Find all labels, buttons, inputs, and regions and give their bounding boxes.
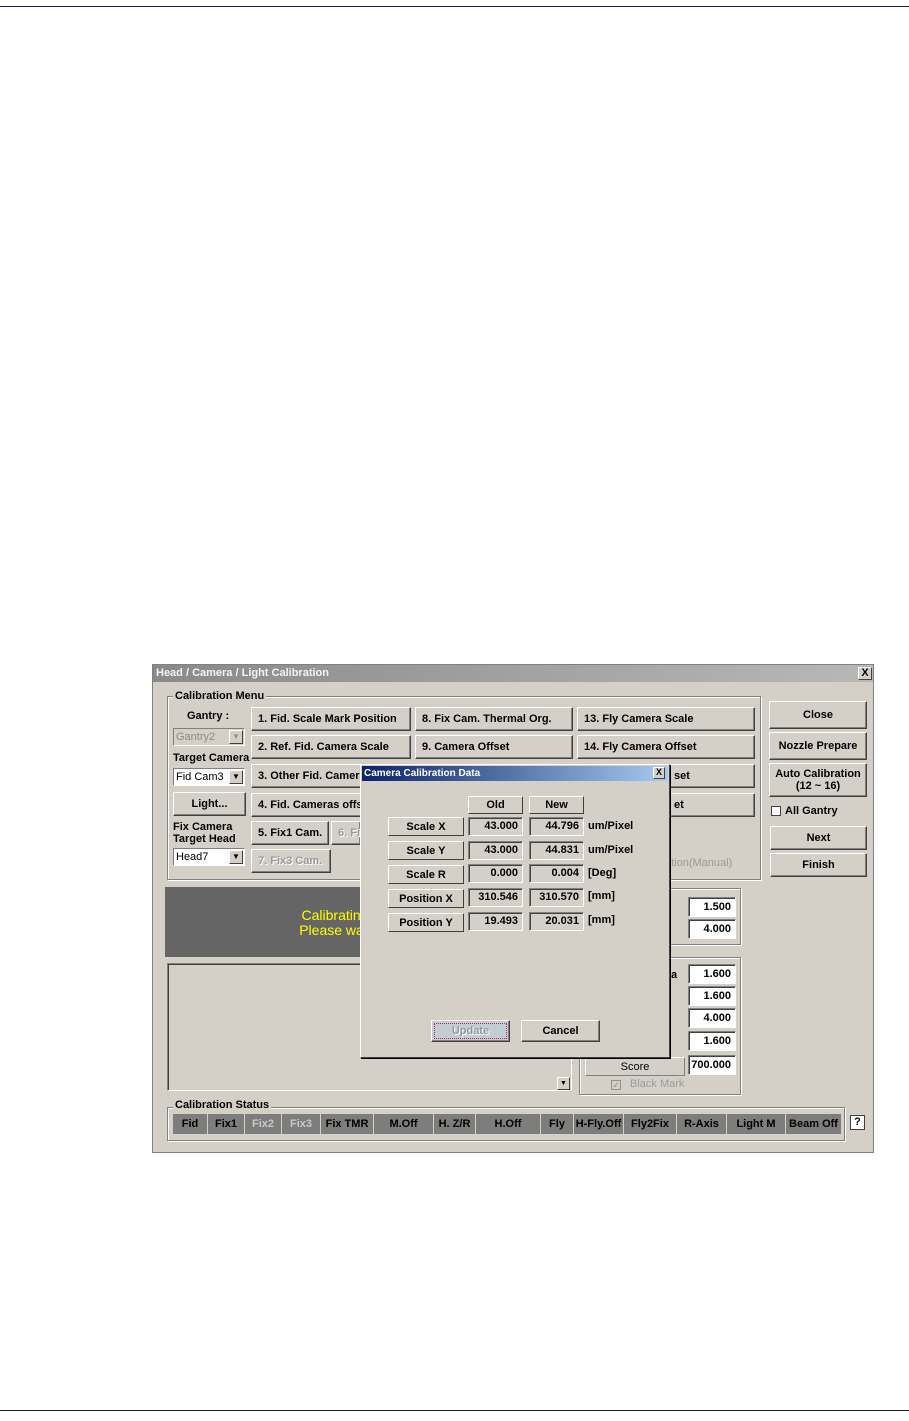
target-head-label: Target Head bbox=[173, 833, 236, 845]
scale-y-old: 43.000 bbox=[468, 841, 523, 860]
scale-r-unit: [Deg] bbox=[588, 867, 617, 879]
fix-camera-label: Fix Camera bbox=[173, 821, 233, 833]
position-x-label: Position X bbox=[388, 889, 464, 908]
nozzle-prepare-button[interactable]: Nozzle Prepare bbox=[769, 732, 867, 760]
fid-scale-mark-position-button[interactable]: 1. Fid. Scale Mark Position bbox=[251, 707, 411, 731]
param-field-2[interactable]: 4.000 bbox=[688, 919, 736, 939]
score-field[interactable]: 700.000 bbox=[688, 1055, 736, 1075]
target-head-select[interactable]: Head7 ▼ bbox=[173, 848, 245, 866]
menu-button-16-label: et bbox=[674, 799, 684, 811]
position-y-label: Position Y bbox=[388, 913, 464, 932]
help-icon[interactable]: ? bbox=[850, 1115, 865, 1130]
status-fix3: Fix3 bbox=[282, 1114, 321, 1134]
fix3-cam-button[interactable]: 7. Fix3 Cam. bbox=[251, 849, 331, 873]
auto-calibration-button[interactable]: Auto Calibration (12 ~ 16) bbox=[769, 763, 867, 797]
status-h-fly-off: H-Fly.Off bbox=[574, 1114, 624, 1134]
param-field-3[interactable]: 1.600 bbox=[688, 964, 736, 984]
dialog-title: Camera Calibration Data bbox=[362, 766, 668, 781]
new-column-header: New bbox=[529, 796, 584, 814]
target-camera-value: Fid Cam3 bbox=[176, 771, 224, 783]
position-y-old: 19.493 bbox=[468, 912, 523, 931]
scale-x-new: 44.796 bbox=[529, 817, 584, 836]
gantry-select-value: Gantry2 bbox=[176, 731, 216, 743]
fix-cam-thermal-org-button[interactable]: 8. Fix Cam. Thermal Org. bbox=[415, 707, 573, 731]
camera-calibration-dialog: Camera Calibration Data X Old New Scale … bbox=[360, 764, 670, 1058]
ref-fid-camera-scale-button[interactable]: 2. Ref. Fid. Camera Scale bbox=[251, 735, 411, 759]
page-bottom-rule bbox=[0, 1410, 909, 1411]
chevron-down-icon: ▼ bbox=[229, 730, 243, 744]
calibration-status-legend: Calibration Status bbox=[173, 1099, 272, 1111]
position-x-unit: [mm] bbox=[588, 890, 615, 902]
fix1-cam-button[interactable]: 5. Fix1 Cam. bbox=[251, 821, 329, 845]
update-focus-ring bbox=[434, 1023, 507, 1039]
status-beam-off: Beam Off bbox=[786, 1114, 842, 1134]
dialog-close-icon[interactable]: X bbox=[653, 767, 665, 779]
window-close-icon[interactable]: X bbox=[858, 667, 872, 680]
auto-calibration-range: (12 ~ 16) bbox=[795, 780, 841, 792]
all-gantry-label: All Gantry bbox=[785, 805, 838, 817]
scale-x-old: 43.000 bbox=[468, 817, 523, 836]
finish-button[interactable]: Finish bbox=[770, 853, 867, 877]
calibration-menu-legend: Calibration Menu bbox=[173, 690, 267, 702]
status-h-off: H.Off bbox=[476, 1114, 541, 1134]
fly-camera-offset-button[interactable]: 14. Fly Camera Offset bbox=[577, 735, 755, 759]
scroll-down-icon[interactable]: ▼ bbox=[557, 1077, 570, 1090]
gantry-label: Gantry : bbox=[187, 710, 230, 722]
scale-y-label: Scale Y bbox=[388, 841, 464, 860]
target-camera-select[interactable]: Fid Cam3 ▼ bbox=[173, 768, 245, 786]
status-fix-tmr: Fix TMR bbox=[321, 1114, 374, 1134]
black-mark-checkbox[interactable]: ✓ bbox=[611, 1080, 621, 1090]
window-title: Head / Camera / Light Calibration bbox=[153, 665, 873, 682]
chevron-down-icon: ▼ bbox=[229, 850, 243, 864]
scale-y-unit: um/Pixel bbox=[588, 844, 634, 856]
status-r-axis: R-Axis bbox=[677, 1114, 727, 1134]
scale-x-label: Scale X bbox=[388, 817, 464, 836]
camera-offset-button[interactable]: 9. Camera Offset bbox=[415, 735, 573, 759]
param-field-6[interactable]: 1.600 bbox=[688, 1031, 736, 1051]
position-x-new: 310.570 bbox=[529, 888, 584, 907]
param-field-1[interactable]: 1.500 bbox=[688, 897, 736, 917]
position-y-unit: [mm] bbox=[588, 914, 615, 926]
status-m-off: M.Off bbox=[374, 1114, 434, 1134]
next-button[interactable]: Next bbox=[770, 826, 867, 850]
status-h-zr: H. Z/R bbox=[434, 1114, 476, 1134]
status-fix1: Fix1 bbox=[208, 1114, 245, 1134]
position-x-old: 310.546 bbox=[468, 888, 523, 907]
position-y-new: 20.031 bbox=[529, 912, 584, 931]
param-field-4[interactable]: 1.600 bbox=[688, 986, 736, 1006]
menu-button-15-label: set bbox=[674, 770, 690, 782]
motion-manual-label: otion(Manual) bbox=[665, 857, 733, 869]
status-fix2: Fix2 bbox=[245, 1114, 282, 1134]
auto-calibration-label: Auto Calibration bbox=[775, 768, 861, 780]
gantry-select[interactable]: Gantry2 ▼ bbox=[173, 728, 245, 746]
target-camera-label: Target Camera bbox=[173, 752, 250, 764]
param-partial-label: a bbox=[671, 969, 678, 981]
target-head-value: Head7 bbox=[176, 851, 209, 863]
score-label: Score bbox=[585, 1057, 685, 1076]
old-column-header: Old bbox=[468, 796, 523, 814]
status-fid: Fid bbox=[173, 1114, 208, 1134]
black-mark-label: Black Mark bbox=[630, 1078, 685, 1090]
page-top-rule bbox=[0, 6, 909, 7]
cancel-button[interactable]: Cancel bbox=[521, 1020, 600, 1042]
status-fly2fix: Fly2Fix bbox=[624, 1114, 677, 1134]
chevron-down-icon: ▼ bbox=[229, 770, 243, 784]
scale-r-new: 0.004 bbox=[529, 864, 584, 883]
scale-y-new: 44.831 bbox=[529, 841, 584, 860]
all-gantry-checkbox[interactable] bbox=[771, 806, 781, 816]
fly-camera-scale-button[interactable]: 13. Fly Camera Scale bbox=[577, 707, 755, 731]
status-light-m: Light M bbox=[727, 1114, 786, 1134]
scale-r-label: Scale R bbox=[388, 865, 464, 884]
fix2-cam-button[interactable]: 6. Fix bbox=[331, 821, 361, 845]
light-button[interactable]: Light... bbox=[173, 792, 246, 816]
scale-r-old: 0.000 bbox=[468, 864, 523, 883]
scale-x-unit: um/Pixel bbox=[588, 820, 634, 832]
close-button[interactable]: Close bbox=[769, 701, 867, 729]
calibration-window: Head / Camera / Light Calibration X Cali… bbox=[152, 664, 874, 1153]
param-field-5[interactable]: 4.000 bbox=[688, 1008, 736, 1028]
status-fly: Fly bbox=[541, 1114, 574, 1134]
